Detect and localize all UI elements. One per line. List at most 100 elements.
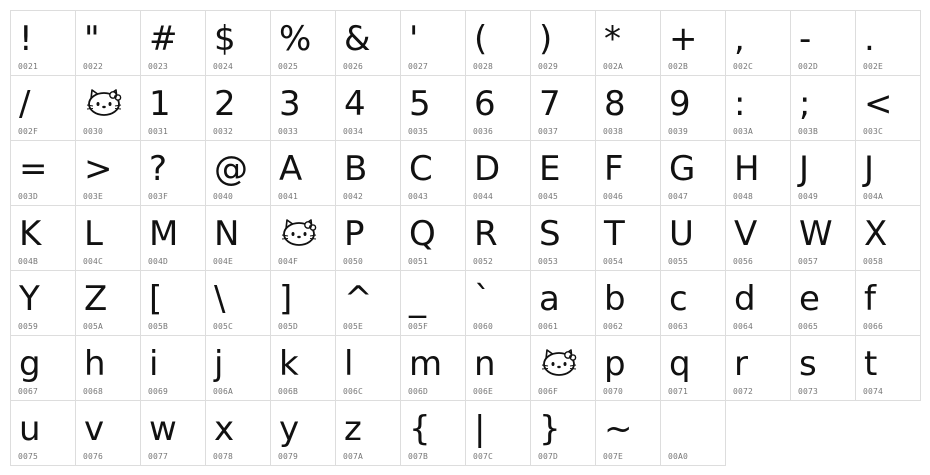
glyph-codepoint: 005C bbox=[213, 322, 234, 331]
glyph-char: R bbox=[474, 214, 498, 254]
glyph-char: < bbox=[864, 84, 893, 124]
glyph-codepoint: 007C bbox=[473, 452, 494, 461]
glyph-codepoint: 0032 bbox=[213, 127, 234, 136]
glyph-char: k bbox=[279, 344, 299, 384]
glyph-codepoint: 0051 bbox=[408, 257, 429, 266]
glyph-char: s bbox=[799, 344, 817, 384]
glyph-char: X bbox=[864, 214, 888, 254]
glyph-char: ' bbox=[409, 19, 419, 59]
glyph-cell: #0023 bbox=[141, 11, 206, 76]
glyph-cell: b 0062 bbox=[596, 271, 661, 336]
glyph-cell: = 003D bbox=[11, 141, 76, 206]
glyph-cell: 6 0036 bbox=[466, 76, 531, 141]
glyph-codepoint: 0076 bbox=[83, 452, 104, 461]
glyph-cell: R 0052 bbox=[466, 206, 531, 271]
glyph-codepoint: 0037 bbox=[538, 127, 559, 136]
glyph-cell: L 004C bbox=[76, 206, 141, 271]
glyph-cell: * 002A bbox=[596, 11, 661, 76]
glyph-char: V bbox=[734, 214, 758, 254]
glyph-cell: $0024 bbox=[206, 11, 271, 76]
glyph-codepoint: 0023 bbox=[148, 62, 169, 71]
glyph-codepoint: 006E bbox=[473, 387, 494, 396]
glyph-codepoint: 0040 bbox=[213, 192, 234, 201]
glyph-codepoint: 005D bbox=[278, 322, 299, 331]
glyph-codepoint: 002B bbox=[668, 62, 689, 71]
glyph-cell: V 0056 bbox=[726, 206, 791, 271]
glyph-cell: N 004E bbox=[206, 206, 271, 271]
glyph-codepoint: 0030 bbox=[83, 127, 104, 136]
glyph-codepoint: 0033 bbox=[278, 127, 299, 136]
glyph-cell: C 0043 bbox=[401, 141, 466, 206]
glyph-cell: S 0053 bbox=[531, 206, 596, 271]
glyph-cell: h 0068 bbox=[76, 336, 141, 401]
glyph-char: z bbox=[344, 409, 362, 449]
glyph-char: K bbox=[19, 214, 42, 254]
glyph-codepoint: 006B bbox=[278, 387, 299, 396]
glyph-cell: c 0063 bbox=[661, 271, 726, 336]
glyph-codepoint: 0074 bbox=[863, 387, 884, 396]
glyph-char: D bbox=[474, 149, 501, 189]
hello-kitty-icon bbox=[281, 219, 317, 246]
glyph-codepoint: 002F bbox=[18, 127, 39, 136]
glyph-cell: n 006E bbox=[466, 336, 531, 401]
glyph-codepoint: 00A0 bbox=[668, 452, 689, 461]
glyph-char: ~ bbox=[604, 409, 633, 449]
glyph-cell: Y 0059 bbox=[11, 271, 76, 336]
glyph-cell: w 0077 bbox=[141, 401, 206, 466]
glyph-char: 8 bbox=[604, 84, 626, 124]
glyph-codepoint: 0062 bbox=[603, 322, 624, 331]
glyph-char: 2 bbox=[214, 84, 236, 124]
glyph-char: M bbox=[149, 214, 179, 254]
glyph-codepoint: 007A bbox=[343, 452, 364, 461]
glyph-char: t bbox=[864, 344, 878, 384]
glyph-codepoint: 007B bbox=[408, 452, 429, 461]
glyph-char: * bbox=[604, 19, 621, 59]
glyph-codepoint: 007E bbox=[603, 452, 624, 461]
glyph-char: | bbox=[474, 409, 486, 449]
glyph-cell: u 0075 bbox=[11, 401, 76, 466]
glyph-char: J bbox=[864, 149, 875, 189]
glyph-char: 6 bbox=[474, 84, 496, 124]
glyph-cell: / 002F bbox=[11, 76, 76, 141]
glyph-cell: } 007D bbox=[531, 401, 596, 466]
glyph-cell: p 0070 bbox=[596, 336, 661, 401]
glyph-char: > bbox=[84, 149, 113, 189]
glyph-codepoint: 0072 bbox=[733, 387, 754, 396]
glyph-codepoint: 0041 bbox=[278, 192, 299, 201]
glyph-cell: U 0055 bbox=[661, 206, 726, 271]
glyph-codepoint: 0059 bbox=[18, 322, 39, 331]
glyph-codepoint: 005E bbox=[343, 322, 364, 331]
glyph-char: 3 bbox=[279, 84, 301, 124]
glyph-codepoint: 0045 bbox=[538, 192, 559, 201]
glyph-cell: @0040 bbox=[206, 141, 271, 206]
glyph-cell: \ 005C bbox=[206, 271, 271, 336]
glyph-codepoint: 006D bbox=[408, 387, 429, 396]
glyph-codepoint: 006F bbox=[538, 387, 559, 396]
glyph-cell: & 0026 bbox=[336, 11, 401, 76]
glyph-codepoint: 0029 bbox=[538, 62, 559, 71]
glyph-codepoint: 0025 bbox=[278, 62, 299, 71]
glyph-codepoint: 0049 bbox=[798, 192, 819, 201]
glyph-codepoint: 007D bbox=[538, 452, 559, 461]
glyph-char: W bbox=[799, 214, 833, 254]
glyph-codepoint: 002D bbox=[798, 62, 819, 71]
glyph-codepoint: 0053 bbox=[538, 257, 559, 266]
glyph-cell: 006F bbox=[531, 336, 596, 401]
glyph-cell: A 0041 bbox=[271, 141, 336, 206]
glyph-cell: ] 005D bbox=[271, 271, 336, 336]
glyph-codepoint: 003C bbox=[863, 127, 884, 136]
glyph-codepoint: 0063 bbox=[668, 322, 689, 331]
glyph-cell: T 0054 bbox=[596, 206, 661, 271]
glyph-char: C bbox=[409, 149, 433, 189]
glyph-cell: >003E bbox=[76, 141, 141, 206]
glyph-cell: E 0045 bbox=[531, 141, 596, 206]
glyph-char: j bbox=[214, 344, 224, 384]
glyph-char: ^ bbox=[344, 279, 373, 319]
glyph-char: . bbox=[864, 19, 875, 59]
glyph-codepoint: 0061 bbox=[538, 322, 559, 331]
glyph-char: 7 bbox=[539, 84, 561, 124]
glyph-char: ` bbox=[474, 279, 491, 319]
glyph-cell: Q 0051 bbox=[401, 206, 466, 271]
glyph-codepoint: 005A bbox=[83, 322, 104, 331]
glyph-codepoint: 004A bbox=[863, 192, 884, 201]
